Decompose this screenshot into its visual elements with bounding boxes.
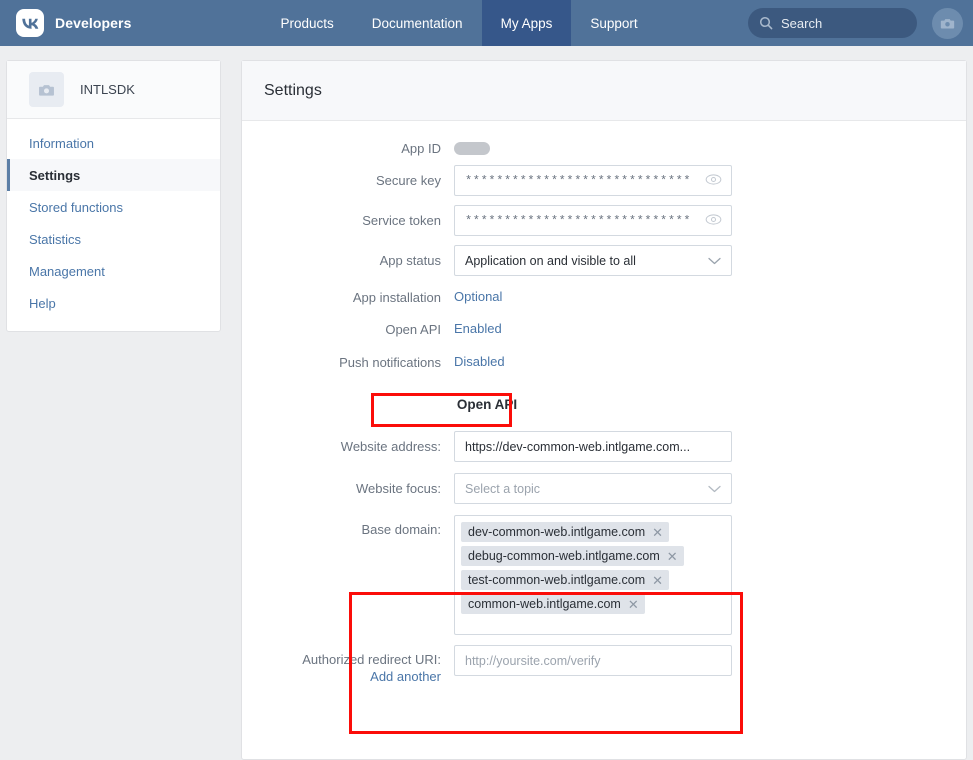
- website-focus-placeholder: Select a topic: [465, 482, 540, 496]
- sidebar-item-label: Settings: [29, 168, 80, 183]
- redirect-uri-placeholder: http://yoursite.com/verify: [465, 654, 600, 668]
- tag-label: test-common-web.intlgame.com: [468, 573, 645, 587]
- base-domain-tag[interactable]: common-web.intlgame.com ✕: [461, 594, 645, 614]
- sidebar-item-settings[interactable]: Settings: [7, 159, 220, 191]
- nav-item-products[interactable]: Products: [261, 0, 352, 46]
- app-thumbnail: [29, 72, 64, 107]
- sidebar-item-statistics[interactable]: Statistics: [7, 223, 220, 255]
- nav-item-my-apps[interactable]: My Apps: [482, 0, 572, 46]
- sidebar-app-header[interactable]: INTLSDK: [7, 61, 220, 119]
- form-row-open-api: Open API Enabled: [242, 320, 966, 338]
- app-sidebar: INTLSDK Information Settings Stored func…: [6, 60, 221, 332]
- base-domain-tag[interactable]: dev-common-web.intlgame.com ✕: [461, 522, 669, 542]
- page-title: Settings: [264, 82, 322, 100]
- app-name-label: INTLSDK: [80, 82, 135, 97]
- close-icon[interactable]: ✕: [652, 574, 663, 587]
- open-api-value-link[interactable]: Enabled: [454, 321, 502, 336]
- website-focus-label: Website focus:: [242, 481, 454, 496]
- app-installation-label: App installation: [242, 290, 454, 305]
- search-icon: [759, 16, 773, 30]
- secure-key-input[interactable]: *****************************: [454, 165, 732, 196]
- camera-placeholder-icon: [38, 83, 55, 97]
- sidebar-item-label: Information: [29, 136, 94, 151]
- app-status-label: App status: [242, 253, 454, 268]
- sidebar-item-information[interactable]: Information: [7, 127, 220, 159]
- service-token-input[interactable]: *****************************: [454, 205, 732, 236]
- camera-placeholder-icon: [940, 17, 955, 30]
- sidebar-item-label: Statistics: [29, 232, 81, 247]
- redirect-uri-label: Authorized redirect URI:: [242, 645, 454, 667]
- website-address-input[interactable]: https://dev-common-web.intlgame.com...: [454, 431, 732, 462]
- sidebar-item-label: Help: [29, 296, 56, 311]
- chevron-down-icon: [708, 254, 721, 268]
- form-row-secure-key: Secure key *****************************: [242, 165, 966, 196]
- form-row-app-id: App ID: [242, 141, 966, 156]
- open-api-label: Open API: [242, 322, 454, 337]
- tag-label: common-web.intlgame.com: [468, 597, 621, 611]
- base-domain-tag[interactable]: test-common-web.intlgame.com ✕: [461, 570, 669, 590]
- eye-icon[interactable]: [705, 214, 722, 228]
- sidebar-item-label: Stored functions: [29, 200, 123, 215]
- search-box[interactable]: Search: [748, 8, 917, 38]
- close-icon[interactable]: ✕: [667, 550, 678, 563]
- website-focus-select[interactable]: Select a topic: [454, 473, 732, 504]
- search-input[interactable]: Search: [781, 16, 822, 31]
- push-notifications-value-link[interactable]: Disabled: [454, 354, 505, 369]
- settings-form: App ID Secure key **********************…: [242, 121, 966, 684]
- nav-item-documentation[interactable]: Documentation: [353, 0, 482, 46]
- form-row-base-domain: Base domain: dev-common-web.intlgame.com…: [242, 515, 966, 635]
- secure-key-label: Secure key: [242, 173, 454, 188]
- tag-label: debug-common-web.intlgame.com: [468, 549, 660, 563]
- vk-logo-icon: [16, 9, 44, 37]
- base-domain-label: Base domain:: [242, 515, 454, 537]
- nav-item-support[interactable]: Support: [571, 0, 656, 46]
- sidebar-item-management[interactable]: Management: [7, 255, 220, 287]
- tag-label: dev-common-web.intlgame.com: [468, 525, 645, 539]
- top-header-bar: Developers Products Documentation My App…: [0, 0, 973, 46]
- form-row-app-installation: App installation Optional: [242, 288, 966, 306]
- main-navigation: Products Documentation My Apps Support: [261, 0, 656, 46]
- base-domain-tag-field[interactable]: dev-common-web.intlgame.com ✕ debug-comm…: [454, 515, 732, 635]
- app-id-label: App ID: [242, 141, 454, 156]
- panel-header: Settings: [242, 61, 966, 121]
- sidebar-item-stored-functions[interactable]: Stored functions: [7, 191, 220, 223]
- page-body: INTLSDK Information Settings Stored func…: [0, 46, 973, 748]
- sidebar-item-help[interactable]: Help: [7, 287, 220, 319]
- app-id-value-redacted: [454, 142, 490, 155]
- base-domain-tag[interactable]: debug-common-web.intlgame.com ✕: [461, 546, 684, 566]
- add-another-link[interactable]: Add another: [242, 669, 454, 684]
- app-status-select[interactable]: Application on and visible to all: [454, 245, 732, 276]
- service-token-label: Service token: [242, 213, 454, 228]
- brand-label: Developers: [55, 15, 131, 31]
- secure-key-value: *****************************: [465, 174, 691, 188]
- form-row-website-focus: Website focus: Select a topic: [242, 473, 966, 504]
- website-address-label: Website address:: [242, 439, 454, 454]
- form-row-redirect-uri: Authorized redirect URI: Add another htt…: [242, 645, 966, 684]
- service-token-value: *****************************: [465, 214, 691, 228]
- chevron-down-icon: [708, 482, 721, 496]
- form-row-website-address: Website address: https://dev-common-web.…: [242, 431, 966, 462]
- sidebar-item-label: Management: [29, 264, 105, 279]
- form-row-push-notifications: Push notifications Disabled: [242, 353, 966, 371]
- form-row-app-status: App status Application on and visible to…: [242, 245, 966, 276]
- close-icon[interactable]: ✕: [652, 526, 663, 539]
- push-notifications-label: Push notifications: [242, 355, 454, 370]
- app-status-value: Application on and visible to all: [465, 254, 636, 268]
- form-row-service-token: Service token **************************…: [242, 205, 966, 236]
- app-installation-value-link[interactable]: Optional: [454, 289, 502, 304]
- eye-icon[interactable]: [705, 174, 722, 188]
- redirect-uri-input[interactable]: http://yoursite.com/verify: [454, 645, 732, 676]
- open-api-section-heading: Open API: [242, 397, 732, 412]
- avatar[interactable]: [932, 8, 963, 39]
- settings-panel: Settings App ID Secure key *************…: [241, 60, 967, 760]
- website-address-value: https://dev-common-web.intlgame.com...: [465, 440, 690, 454]
- brand-home-link[interactable]: Developers: [0, 0, 151, 46]
- sidebar-menu: Information Settings Stored functions St…: [7, 119, 220, 331]
- close-icon[interactable]: ✕: [628, 598, 639, 611]
